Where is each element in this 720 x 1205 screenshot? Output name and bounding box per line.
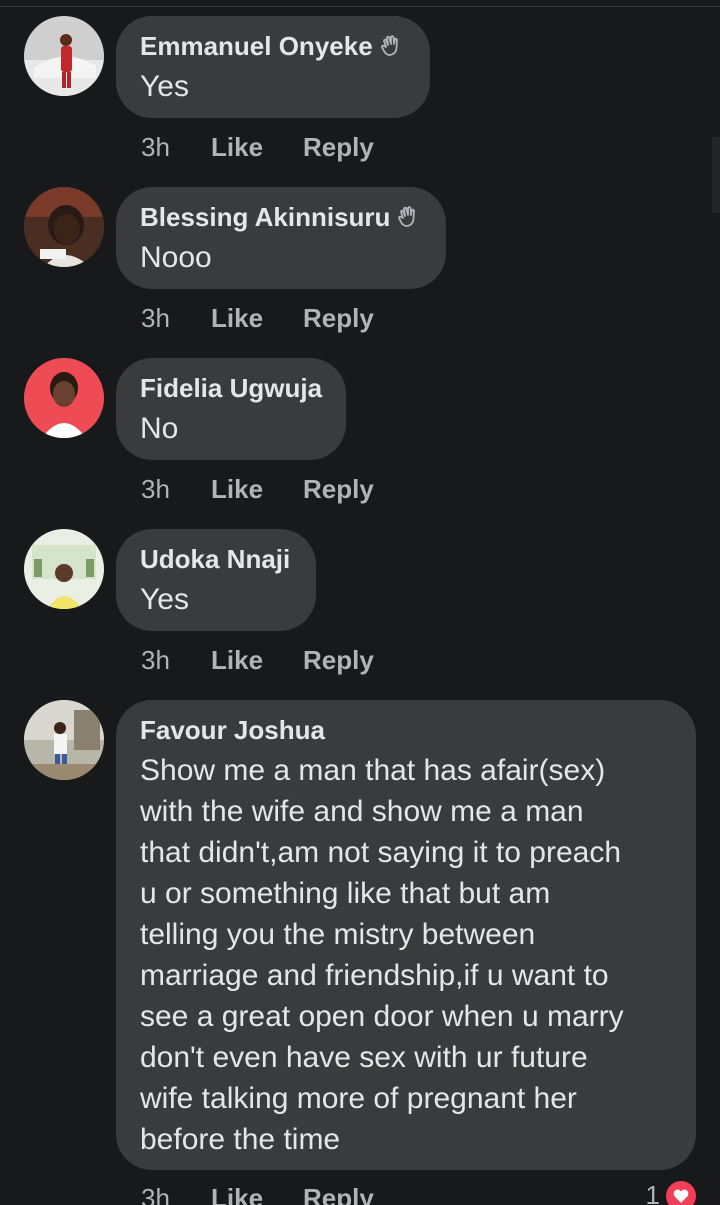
comment-text: Nooo — [140, 241, 212, 274]
wave-icon — [398, 206, 416, 227]
comment-actions: 3h Like Reply — [141, 645, 374, 676]
avatar[interactable] — [24, 529, 104, 609]
timestamp[interactable]: 3h — [141, 303, 211, 334]
commenter-name[interactable]: Emmanuel Onyeke — [140, 31, 373, 62]
divider — [0, 6, 720, 7]
reply-button[interactable]: Reply — [303, 132, 374, 163]
comment-actions: 3h Like Reply — [141, 474, 374, 505]
timestamp[interactable]: 3h — [141, 645, 211, 676]
wave-icon — [380, 35, 398, 56]
comment-bubble[interactable]: Blessing Akinnisuru Nooo — [116, 187, 446, 289]
avatar[interactable] — [24, 187, 104, 267]
comment-bubble[interactable]: Emmanuel Onyeke Yes — [116, 16, 430, 118]
comment-text: Yes — [140, 583, 189, 616]
like-button[interactable]: Like — [211, 1183, 303, 1205]
reply-button[interactable]: Reply — [303, 645, 374, 676]
reaction-summary[interactable]: 1 — [646, 1180, 696, 1205]
comment-bubble[interactable]: Fidelia Ugwuja No — [116, 358, 346, 460]
timestamp[interactable]: 3h — [141, 132, 211, 163]
like-button[interactable]: Like — [211, 132, 303, 163]
timestamp[interactable]: 3h — [141, 1183, 211, 1205]
comment-bubble[interactable]: Udoka Nnaji Yes — [116, 529, 316, 631]
commenter-name[interactable]: Fidelia Ugwuja — [140, 373, 322, 404]
comment-bubble[interactable]: Favour Joshua Show me a man that has afa… — [116, 700, 696, 1170]
comment-text: No — [140, 412, 179, 445]
reply-button[interactable]: Reply — [303, 474, 374, 505]
avatar[interactable] — [24, 358, 104, 438]
commenter-name[interactable]: Favour Joshua — [140, 715, 325, 746]
commenter-name[interactable]: Udoka Nnaji — [140, 544, 290, 575]
avatar[interactable] — [24, 16, 104, 96]
scrollbar[interactable] — [712, 137, 720, 213]
reply-button[interactable]: Reply — [303, 303, 374, 334]
avatar[interactable] — [24, 700, 104, 780]
reply-button[interactable]: Reply — [303, 1183, 374, 1205]
comment-text: Yes — [140, 70, 189, 103]
timestamp[interactable]: 3h — [141, 474, 211, 505]
comment-actions: 3h Like Reply — [141, 132, 374, 163]
like-button[interactable]: Like — [211, 645, 303, 676]
comment-thread: Emmanuel Onyeke Yes 3h Like Reply Blessi… — [0, 0, 720, 1205]
comment-text: Show me a man that has afair(sex) with t… — [140, 754, 624, 1156]
reaction-count: 1 — [645, 1180, 660, 1205]
heart-icon — [666, 1180, 696, 1205]
like-button[interactable]: Like — [211, 474, 303, 505]
like-button[interactable]: Like — [211, 303, 303, 334]
comment-actions: 3h Like Reply — [141, 303, 374, 334]
comment-actions: 3h Like Reply — [141, 1183, 374, 1205]
commenter-name[interactable]: Blessing Akinnisuru — [140, 202, 390, 233]
